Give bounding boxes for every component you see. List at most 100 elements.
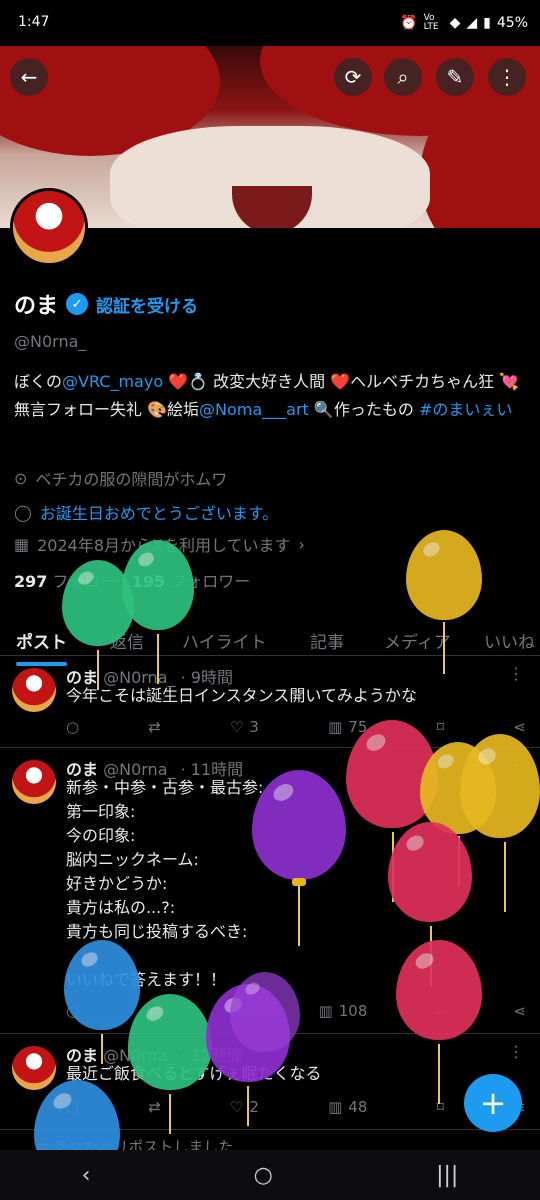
balloon-string xyxy=(247,1086,249,1126)
verified-badge-icon: ✓ xyxy=(66,293,89,315)
like-button[interactable]: ♡ 3 xyxy=(230,718,259,736)
balloon-string xyxy=(169,1094,171,1134)
wifi-icon: ◆ xyxy=(449,15,461,31)
tweet-more-icon[interactable]: ⋮ xyxy=(508,1042,524,1061)
search-icon: ⌕ xyxy=(397,65,409,89)
profile-location: ⊙ ベチカの服の隙間がホムワ xyxy=(14,466,227,490)
profile-name: のま xyxy=(14,294,59,319)
balloon-knot xyxy=(292,878,306,886)
share-icon: ⋖ xyxy=(513,1002,526,1020)
bio-mention-link[interactable]: @Noma___art xyxy=(199,400,309,419)
like-count: 2 xyxy=(249,1098,259,1116)
repost-icon: ⇄ xyxy=(148,718,161,736)
balloon-green xyxy=(128,994,212,1090)
tab-highlights[interactable]: ハイライト xyxy=(182,620,267,653)
profile-birthday: ◯ お誕生日おめでとうございます。 xyxy=(14,500,278,524)
balloon-green xyxy=(122,540,194,630)
profile-avatar[interactable] xyxy=(10,188,88,266)
get-verified-link[interactable]: 認証を受ける xyxy=(96,292,198,317)
share-icon: ⋖ xyxy=(513,718,526,736)
views-icon: ▥ xyxy=(328,1098,343,1116)
bookmark-button[interactable]: ⌑ xyxy=(437,718,445,736)
views-button[interactable]: ▥ 108 xyxy=(319,1002,368,1020)
battery-icon: ▮ xyxy=(483,15,491,31)
tweet-actions: ○ ⇄ ♡2 ▥48 ⌑ ⋖ xyxy=(66,1098,526,1116)
balloon-icon: ◯ xyxy=(14,502,32,522)
share-button[interactable]: ⋖ xyxy=(513,718,526,736)
alarm-icon: ⏰ xyxy=(400,15,418,31)
view-count: 108 xyxy=(338,1002,368,1020)
repost-button[interactable]: ⇄ xyxy=(148,718,161,736)
tweet-actions: ○ ⇄ ♡ 3 ▥ 75 ⌑ ⋖ xyxy=(66,718,526,736)
search-button[interactable]: ⌕ xyxy=(384,58,422,96)
more-button[interactable]: ⋮ xyxy=(488,58,526,96)
balloon-string xyxy=(157,634,159,684)
heart-icon: ♡ xyxy=(229,1098,244,1116)
compose-post-button[interactable]: + xyxy=(464,1074,522,1132)
plus-icon: + xyxy=(479,1084,507,1122)
profile-bio: ぼくの@VRC_mayo ❤️💍 改変大好き人間 ❤️ヘルベチカちゃん狂 💘無言… xyxy=(14,368,530,424)
tweet-avatar[interactable] xyxy=(12,760,56,804)
tab-articles[interactable]: 記事 xyxy=(310,620,344,653)
refresh-button[interactable]: ⟳ xyxy=(334,58,372,96)
bio-text: 🔍作ったもの xyxy=(308,400,419,419)
status-bar: 1:47 ⏰ Vo LTE ◆ ◢ ▮ 45% xyxy=(0,0,540,46)
more-icon: ⋮ xyxy=(497,65,517,89)
tweet-more-icon[interactable]: ⋮ xyxy=(508,664,524,683)
like-count: 3 xyxy=(249,718,259,736)
bookmark-icon: ⌑ xyxy=(436,718,445,736)
balloon-string xyxy=(298,886,300,946)
balloon-string xyxy=(101,1034,103,1064)
bio-hashtag-link[interactable]: #のまいぇい xyxy=(419,400,512,419)
balloon-blue xyxy=(64,940,140,1030)
profile-handle: @N0rna_ xyxy=(14,332,87,351)
nav-home-icon[interactable]: ○ xyxy=(254,1163,273,1188)
network-label: Vo LTE xyxy=(423,13,439,32)
calendar-icon: ▦ xyxy=(14,534,30,554)
edit-button[interactable]: ✎ xyxy=(436,58,474,96)
balloon-string xyxy=(438,1044,440,1104)
tab-posts[interactable]: ポスト xyxy=(16,620,67,666)
location-icon: ⊙ xyxy=(14,468,28,488)
refresh-icon: ⟳ xyxy=(344,65,362,89)
tweet-text: 今年こそは誕生日インスタンス開いてみようかな xyxy=(66,686,417,705)
tab-media[interactable]: メディア xyxy=(384,620,451,653)
nav-back-icon[interactable]: ‹ xyxy=(82,1163,91,1188)
balloon-purple xyxy=(252,770,346,880)
reply-button[interactable]: ○ xyxy=(66,718,79,736)
location-text: ベチカの服の隙間がホムワ xyxy=(35,470,228,489)
profile-name-row: のま ✓ 認証を受ける xyxy=(14,288,198,320)
status-time: 1:47 xyxy=(18,14,50,30)
heart-icon: ♡ xyxy=(229,718,244,736)
view-count: 48 xyxy=(348,1098,368,1116)
edit-icon: ✎ xyxy=(446,65,464,89)
share-button[interactable]: ⋖ xyxy=(513,1002,526,1020)
balloon-string xyxy=(97,650,99,690)
birthday-text: お誕生日おめでとうございます。 xyxy=(39,504,279,523)
bio-text: ぼくの xyxy=(14,372,63,391)
status-icons: ⏰ Vo LTE ◆ ◢ ▮ 45% xyxy=(400,14,528,32)
battery-percent: 45% xyxy=(496,15,528,31)
views-button[interactable]: ▥ 48 xyxy=(328,1098,367,1116)
nav-recents-icon[interactable]: ||| xyxy=(436,1163,458,1188)
views-icon: ▥ xyxy=(328,718,343,736)
like-button[interactable]: ♡ 2 xyxy=(230,1098,259,1116)
chevron-right-icon: › xyxy=(298,534,305,554)
balloon-red xyxy=(396,940,482,1040)
repost-icon: ⇄ xyxy=(148,1098,161,1116)
bio-mention-link[interactable]: @VRC_mayo xyxy=(62,372,163,391)
back-arrow-icon: ← xyxy=(20,65,38,89)
following-count: 297 xyxy=(14,572,48,591)
tab-likes[interactable]: いいね xyxy=(484,620,535,653)
back-button[interactable]: ← xyxy=(10,58,48,96)
tweet[interactable]: のま @N0rna_ · 9時間 ⋮ 今年こそは誕生日インスタンス開いてみようか… xyxy=(0,656,540,748)
tweet-avatar[interactable] xyxy=(12,1046,56,1090)
views-icon: ▥ xyxy=(318,1002,333,1020)
system-nav-bar: ‹ ○ ||| xyxy=(0,1150,540,1200)
tweet-avatar[interactable] xyxy=(12,668,56,712)
signal-icon: ◢ xyxy=(466,15,478,31)
balloon-yellow xyxy=(406,530,482,620)
balloon-red xyxy=(388,822,472,922)
repost-button[interactable]: ⇄ xyxy=(148,1098,161,1116)
balloon-string xyxy=(504,842,506,912)
